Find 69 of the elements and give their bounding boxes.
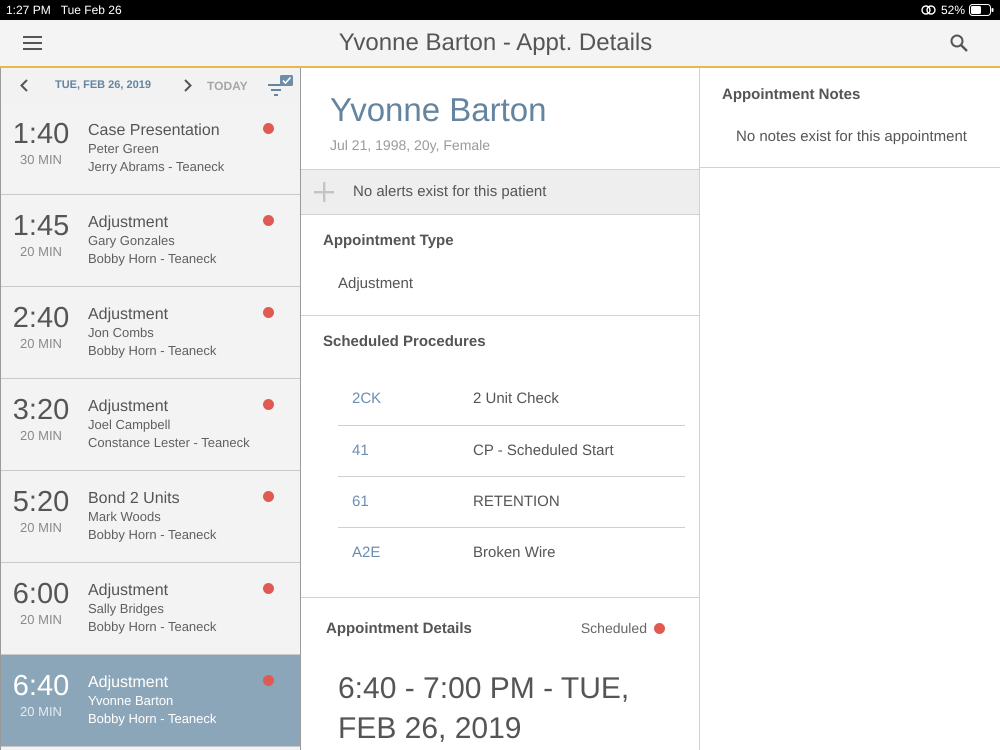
provider-location: Bobby Horn - Teaneck [88, 250, 218, 268]
chevron-right-icon [184, 79, 192, 92]
patient-name: Peter Green [88, 140, 160, 158]
patient-demographics: Jul 21, 1998, 20y, Female [330, 136, 492, 154]
patient-name: Sally Bridges [88, 600, 165, 618]
chevron-left-icon [20, 79, 28, 92]
section-heading: Appointment Notes [722, 85, 862, 105]
appointment-type: Adjustment [88, 305, 170, 324]
appointment-time: 6:40 [12, 669, 70, 703]
appointment-time: 5:20 [12, 485, 70, 519]
appointment-duration: 20 MIN [20, 611, 62, 629]
battery-icon [969, 4, 994, 16]
procedure-code: A2E [351, 542, 382, 563]
provider-location: Bobby Horn - Teaneck [88, 342, 218, 360]
section-heading: Appointment Type [323, 231, 455, 251]
filter-checked-icon [266, 74, 294, 96]
overlapping-rings-icon [920, 4, 936, 16]
provider-location: Jerry Abrams - Teaneck [88, 158, 226, 176]
menu-button[interactable] [22, 33, 42, 53]
filter-button[interactable] [266, 74, 294, 98]
appointment-time: 2:40 [12, 301, 70, 335]
patient-name-heading: Yvonne Barton [330, 90, 548, 130]
procedure-description: 2 Unit Check [473, 389, 559, 410]
procedure-code: 2CK [351, 389, 382, 410]
appointment-type: Adjustment [88, 581, 170, 600]
section-heading: Scheduled Procedures [322, 332, 487, 352]
appointment-time: 6:00 [12, 577, 70, 611]
provider-location: Bobby Horn - Teaneck [88, 618, 218, 636]
appointment-type: Adjustment [88, 397, 170, 416]
appointment-duration: 20 MIN [20, 427, 62, 445]
provider-location: Bobby Horn - Teaneck [88, 710, 218, 728]
patient-name: Mark Woods [88, 508, 162, 526]
appointment-status: Scheduled [580, 619, 647, 638]
status-date: Tue Feb 26 [60, 2, 122, 19]
provider-location: Constance Lester - Teaneck [88, 434, 251, 452]
page-title: Yvonne Barton - Appt. Details [338, 28, 652, 58]
provider-location: Bobby Horn - Teaneck [88, 526, 218, 544]
battery-percentage: 52% [940, 2, 965, 19]
notes-message: No notes exist for this appointment [736, 127, 968, 147]
status-time: 1:27 PM [6, 2, 51, 19]
appointment-time: 1:40 [12, 117, 70, 151]
appointment-duration: 20 MIN [20, 703, 62, 721]
appointment-duration: 20 MIN [20, 335, 62, 353]
procedure-description: CP - Scheduled Start [473, 440, 614, 461]
menu-icon [22, 36, 42, 50]
appointment-duration: 20 MIN [20, 519, 62, 537]
appointment-time: 3:20 [12, 393, 70, 427]
search-button[interactable] [949, 33, 969, 53]
appointment-duration: 30 MIN [20, 151, 62, 169]
appointment-time: 1:45 [12, 209, 70, 243]
appointment-type: Case Presentation [88, 121, 221, 140]
alerts-message: No alerts exist for this patient [353, 182, 546, 202]
section-heading: Appointment Details [326, 618, 472, 638]
search-icon [950, 34, 968, 52]
appointment-type-value: Adjustment [338, 274, 414, 294]
appointment-time-range: 6:40 - 7:00 PM - TUE, FEB 26, 2019 [338, 671, 630, 747]
procedure-description: Broken Wire [473, 542, 556, 563]
appointment-type: Adjustment [88, 673, 170, 692]
patient-name: Joel Campbell [88, 416, 172, 434]
selected-date[interactable]: TUE, FEB 26, 2019 [55, 77, 151, 94]
procedure-code: 61 [351, 492, 370, 512]
patient-name: Yvonne Barton [88, 692, 174, 710]
appointment-type: Adjustment [88, 213, 170, 232]
patient-name: Jon Combs [88, 324, 155, 342]
appointment-duration: 20 MIN [20, 243, 62, 261]
procedure-code: 41 [351, 440, 370, 461]
patient-name: Gary Gonzales [88, 232, 176, 250]
procedure-description: RETENTION [473, 492, 560, 512]
appointment-type: Bond 2 Units [88, 489, 181, 508]
